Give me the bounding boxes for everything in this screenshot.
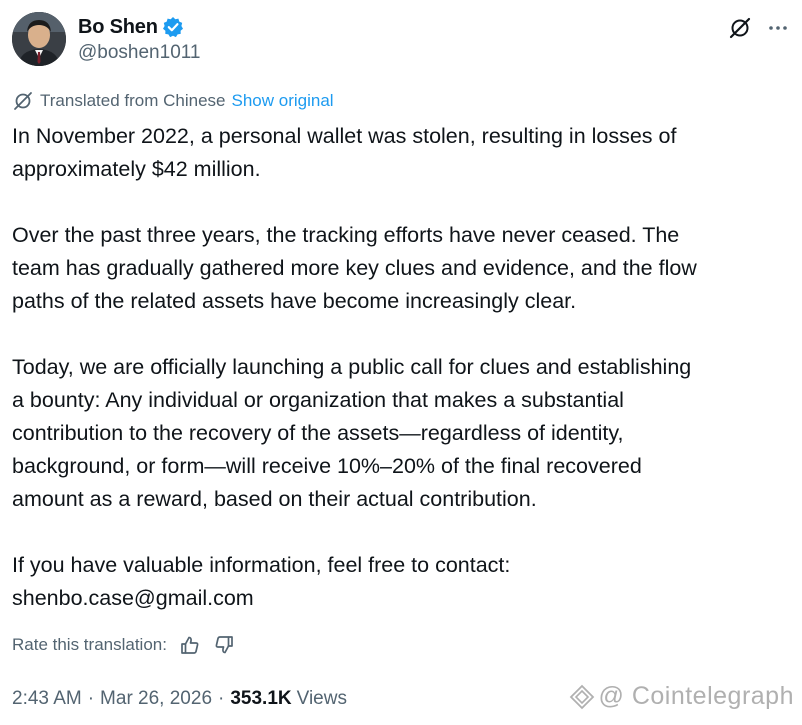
tweet-time[interactable]: 2:43 AM — [12, 688, 82, 710]
translate-icon — [12, 90, 34, 112]
top-actions — [728, 16, 790, 45]
tweet-meta: 2:43 AM · Mar 26, 2026 · 353.1K Views — [12, 688, 347, 710]
thumbs-down-icon[interactable] — [213, 634, 235, 656]
author-handle[interactable]: @boshen1011 — [78, 42, 200, 64]
avatar[interactable] — [12, 12, 66, 66]
tweet-paragraph: Over the past three years, the tracking … — [12, 223, 697, 313]
rate-translation-label: Rate this translation: — [12, 635, 167, 654]
meta-separator: · — [87, 688, 95, 709]
author-info: Bo Shen @boshen1011 — [78, 14, 200, 64]
cointelegraph-watermark: @ Cointelegraph — [569, 682, 795, 711]
author-display-name[interactable]: Bo Shen — [78, 16, 158, 39]
verified-badge-icon[interactable] — [162, 16, 184, 38]
cointelegraph-logo-icon — [569, 684, 594, 709]
thumbs-up-icon[interactable] — [179, 634, 201, 656]
tweet-header: Bo Shen @boshen1011 — [12, 12, 790, 68]
tweet-date[interactable]: Mar 26, 2026 — [100, 688, 212, 710]
translated-from-label: Translated from Chinese — [40, 91, 226, 110]
rate-translation: Rate this translation: — [12, 634, 235, 656]
show-original-link[interactable]: Show original — [232, 91, 334, 111]
views-label: Views — [296, 688, 347, 709]
more-icon[interactable] — [766, 16, 790, 45]
tweet-text: In November 2022, a personal wallet was … — [12, 120, 787, 615]
tweet-paragraph: Today, we are officially launching a pub… — [12, 355, 692, 511]
meta-separator: · — [218, 688, 225, 709]
translation-notice: Translated from Chinese Show original — [12, 90, 334, 112]
tweet-paragraph: If you have valuable information, feel f… — [12, 553, 511, 610]
views-count: 353.1K — [230, 688, 292, 709]
grok-icon[interactable] — [728, 16, 752, 45]
tweet-paragraph: In November 2022, a personal wallet was … — [12, 124, 677, 181]
watermark-text: @ Cointelegraph — [598, 682, 794, 710]
